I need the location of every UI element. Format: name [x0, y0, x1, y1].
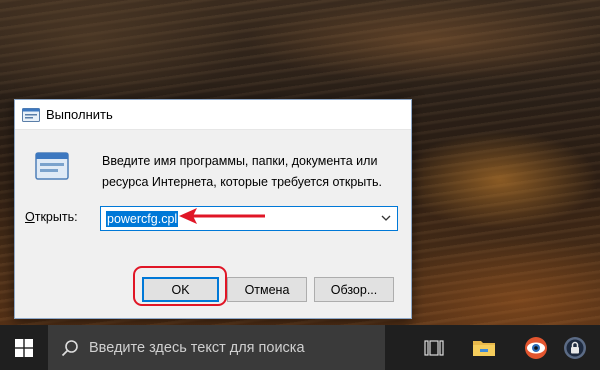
search-placeholder: Введите здесь текст для поиска	[89, 339, 305, 356]
file-explorer-button[interactable]	[461, 325, 507, 370]
open-input-value[interactable]: powercfg.cpl	[106, 210, 179, 227]
start-button[interactable]	[0, 325, 48, 370]
search-icon	[61, 339, 78, 356]
task-view-button[interactable]	[411, 325, 457, 370]
taskbar: Введите здесь текст для поиска	[0, 325, 600, 370]
file-explorer-icon	[473, 340, 495, 356]
run-program-icon	[35, 152, 69, 180]
run-dialog: Выполнить Введите имя программы, папки, …	[14, 99, 412, 319]
open-label-text: ткрыть:	[34, 210, 78, 224]
lock-app-icon	[564, 336, 586, 359]
chevron-down-icon[interactable]	[379, 211, 393, 225]
cancel-button[interactable]: Отмена	[227, 277, 307, 302]
taskbar-search-box[interactable]: Введите здесь текст для поиска	[48, 325, 385, 370]
browse-button[interactable]: Обзор...	[314, 277, 394, 302]
open-label: Открыть:	[25, 210, 78, 224]
task-view-icon	[424, 339, 444, 356]
dialog-title: Выполнить	[46, 107, 113, 122]
lock-app-button[interactable]	[550, 325, 600, 370]
dialog-titlebar[interactable]: Выполнить	[15, 100, 411, 130]
ok-button[interactable]: OK	[142, 277, 219, 302]
run-app-icon	[22, 107, 40, 122]
dialog-description: Введите имя программы, папки, документа …	[102, 154, 382, 189]
eye-app-icon	[525, 336, 547, 359]
red-arrow-annotation	[179, 208, 265, 224]
open-label-accesskey: О	[25, 210, 35, 224]
windows-start-icon	[15, 338, 33, 357]
